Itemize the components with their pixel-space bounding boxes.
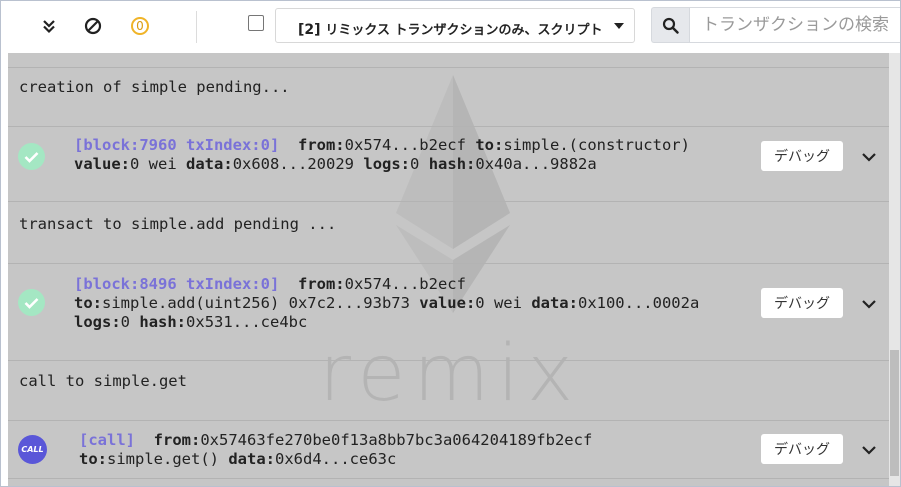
tx-summary-line-1[interactable]: [call] from:0x57463fe270be0f13a8bb7bc3a0… <box>79 431 592 449</box>
terminal-scrollbar[interactable] <box>889 53 900 486</box>
transaction-filter-select[interactable]: [2] リミックス トランザクションのみ、スクリプト <box>275 8 635 43</box>
search-icon[interactable] <box>651 7 689 43</box>
chevron-down-icon[interactable] <box>861 442 877 458</box>
tx-summary-line-1[interactable]: [block:8496 txIndex:0] from:0x574...b2ec… <box>74 275 466 293</box>
debug-button[interactable]: デバッグ <box>761 141 843 171</box>
chevron-down-icon[interactable] <box>861 149 877 165</box>
ban-icon[interactable] <box>81 14 105 38</box>
log-line: call to simple.get <box>19 372 187 390</box>
pending-transactions-badge[interactable]: 0 <box>128 14 152 38</box>
double-chevron-down-icon[interactable] <box>37 14 61 38</box>
tx-summary-line-1[interactable]: [block:7960 txIndex:0] from:0x574...b2ec… <box>74 136 690 154</box>
transaction-search-input[interactable] <box>689 7 900 43</box>
tx-summary-line-2[interactable]: to:simple.get() data:0x6d4...ce63c <box>79 450 396 468</box>
divider <box>8 201 889 202</box>
divider <box>8 263 889 264</box>
divider <box>8 126 889 127</box>
success-check-icon <box>18 143 45 170</box>
ethereum-logo-watermark <box>396 75 510 313</box>
success-check-icon <box>18 289 45 316</box>
scrollbar-thumb[interactable] <box>890 350 899 476</box>
log-line: transact to simple.add pending ... <box>19 215 337 233</box>
toolbar-divider <box>196 11 197 43</box>
divider <box>8 67 889 68</box>
terminal-toolbar: 0 [2] リミックス トランザクションのみ、スクリプト <box>1 1 900 53</box>
remix-terminal-panel: 0 [2] リミックス トランザクションのみ、スクリプト remix creat… <box>0 0 901 487</box>
caret-down-icon <box>614 23 624 29</box>
divider <box>8 420 889 421</box>
tx-summary-line-2[interactable]: value:0 wei data:0x608...20029 logs:0 ha… <box>74 155 597 173</box>
debug-button[interactable]: デバッグ <box>761 434 843 464</box>
tx-summary-line-3[interactable]: logs:0 hash:0x531...ce4bc <box>74 313 307 331</box>
divider <box>8 360 889 361</box>
log-line: creation of simple pending... <box>19 78 290 96</box>
listen-network-checkbox[interactable] <box>248 15 264 31</box>
remix-watermark: remix <box>319 329 582 419</box>
pending-count: 0 <box>131 17 149 35</box>
chevron-down-icon[interactable] <box>861 296 877 312</box>
debug-button[interactable]: デバッグ <box>761 288 843 318</box>
tx-summary-line-2[interactable]: to:simple.add(uint256) 0x7c2...93b73 val… <box>74 294 699 312</box>
select-value: [2] リミックス トランザクションのみ、スクリプト <box>298 22 603 38</box>
call-badge-icon: CALL <box>18 435 47 464</box>
divider <box>8 478 889 479</box>
terminal-output: remix creation of simple pending... [blo… <box>8 53 889 486</box>
